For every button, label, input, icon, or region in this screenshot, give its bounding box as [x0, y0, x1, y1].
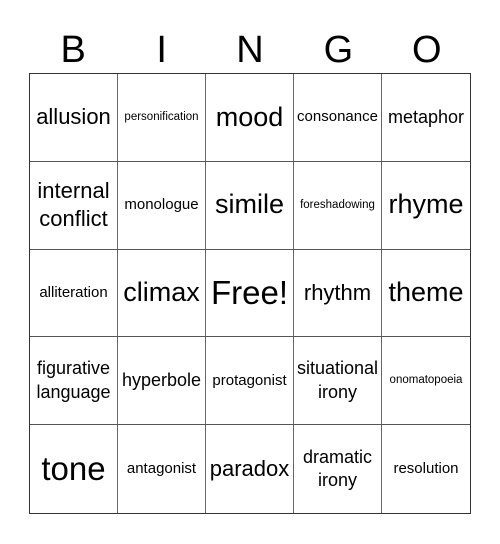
bingo-header: B I N G O	[29, 28, 471, 72]
bingo-cell[interactable]: mood	[206, 74, 294, 162]
bingo-cell[interactable]: metaphor	[382, 74, 470, 162]
bingo-cell[interactable]: climax	[118, 249, 206, 338]
bingo-cell[interactable]: personification	[118, 74, 206, 162]
header-letter-o: O	[412, 29, 442, 71]
bingo-cell[interactable]: simile	[206, 161, 294, 250]
bingo-cell[interactable]: protagonist	[206, 337, 294, 426]
bingo-cell[interactable]: alliteration	[30, 249, 118, 338]
bingo-cell[interactable]: situational irony	[294, 337, 382, 426]
bingo-cell[interactable]: antagonist	[118, 425, 206, 513]
bingo-cell[interactable]: resolution	[382, 425, 470, 513]
bingo-cell[interactable]: allusion	[30, 74, 118, 162]
header-letter-i: I	[156, 29, 167, 71]
bingo-cell[interactable]: monologue	[118, 161, 206, 250]
bingo-cell[interactable]: onomatopoeia	[382, 337, 470, 426]
bingo-cell[interactable]: internal conflict	[30, 161, 118, 250]
bingo-cell[interactable]: dramatic irony	[294, 425, 382, 513]
bingo-cell[interactable]: tone	[30, 425, 118, 513]
bingo-cell[interactable]: rhyme	[382, 162, 470, 250]
header-letter-b: B	[60, 29, 86, 71]
header-letter-n: N	[236, 29, 264, 71]
bingo-cell[interactable]: theme	[382, 250, 470, 338]
bingo-cell[interactable]: rhythm	[294, 249, 382, 338]
bingo-cell[interactable]: paradox	[206, 425, 294, 513]
bingo-grid: allusion personification mood consonance met…	[29, 73, 471, 514]
free-space-cell[interactable]: Free!	[206, 249, 294, 338]
bingo-cell[interactable]: hyperbole	[118, 337, 206, 426]
bingo-cell[interactable]: figurative language	[30, 337, 118, 426]
header-letter-g: G	[323, 29, 354, 71]
bingo-cell[interactable]: consonance	[294, 74, 382, 162]
bingo-cell[interactable]: foreshadowing	[294, 161, 382, 250]
